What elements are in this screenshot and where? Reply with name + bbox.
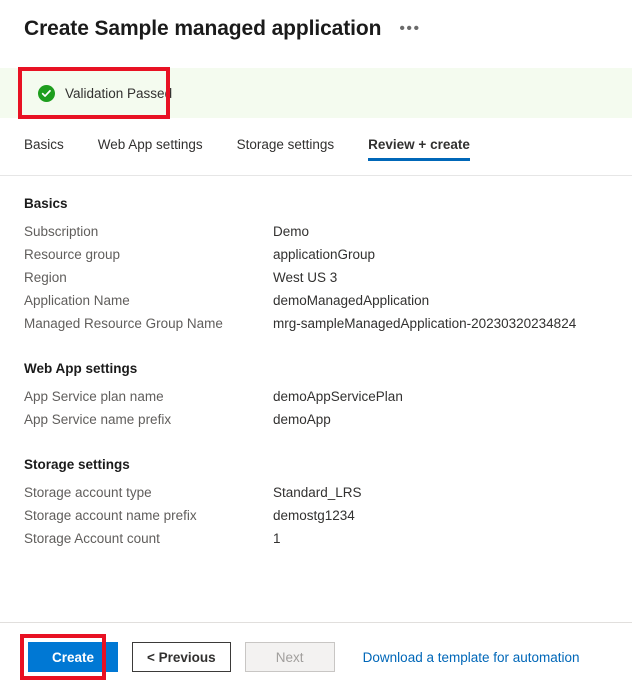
validation-status-text: Validation Passed [65,85,173,101]
next-button: Next [244,642,335,672]
summary-label: Region [24,270,67,285]
review-summary: Basics Subscription Demo Resource group … [0,196,632,576]
summary-value: demoApp [273,412,331,427]
summary-value: Demo [273,224,310,239]
tab-storage-settings[interactable]: Storage settings [237,137,335,161]
wizard-footer: Create < Previous Next Download a templa… [0,637,632,677]
summary-row: Application Name demoManagedApplication [24,293,608,316]
overflow-menu-icon[interactable]: ••• [399,21,420,37]
summary-value: mrg-sampleManagedApplication-20230320234… [273,316,577,331]
summary-value: demoManagedApplication [273,293,430,308]
summary-label: Storage account name prefix [24,508,197,523]
section-title: Web App settings [24,361,138,376]
summary-label: Resource group [24,247,121,262]
check-circle-icon [38,84,55,102]
summary-label: Subscription [24,224,99,239]
summary-row: Managed Resource Group Name mrg-sampleMa… [24,316,608,339]
summary-value: 1 [273,531,281,546]
summary-row: Storage account type Standard_LRS [24,485,608,508]
summary-row: Region West US 3 [24,270,608,293]
summary-row: Resource group applicationGroup [24,247,608,270]
summary-row: Subscription Demo [24,224,608,247]
wizard-tabs: Basics Web App settings Storage settings… [0,137,632,161]
previous-button[interactable]: < Previous [132,642,231,672]
download-template-link[interactable]: Download a template for automation [363,650,580,665]
summary-value: applicationGroup [273,247,376,262]
summary-value: Standard_LRS [273,485,362,500]
validation-banner-content: Validation Passed [0,84,173,102]
validation-banner: Validation Passed [0,68,632,118]
tab-review-create[interactable]: Review + create [368,137,470,161]
create-button[interactable]: Create [28,642,118,672]
tab-web-app-settings[interactable]: Web App settings [98,137,203,161]
summary-label: Storage account type [24,485,152,500]
section-storage-settings: Storage settings Storage account type St… [24,457,608,554]
summary-label: App Service plan name [24,389,164,404]
tab-basics[interactable]: Basics [24,137,64,161]
summary-value: West US 3 [273,270,338,285]
summary-value: demostg1234 [273,508,355,523]
tabs-divider [0,175,632,176]
page-title: Create Sample managed application [24,17,382,40]
section-title: Storage settings [24,457,130,472]
summary-row: App Service name prefix demoApp [24,412,608,435]
summary-label: Storage Account count [24,531,160,546]
summary-label: App Service name prefix [24,412,172,427]
footer-divider [0,622,632,623]
summary-label: Application Name [24,293,130,308]
section-title: Basics [24,196,68,211]
summary-row: Storage account name prefix demostg1234 [24,508,608,531]
summary-row: App Service plan name demoAppServicePlan [24,389,608,412]
summary-value: demoAppServicePlan [273,389,403,404]
summary-label: Managed Resource Group Name [24,316,223,331]
section-web-app-settings: Web App settings App Service plan name d… [24,361,608,435]
summary-row: Storage Account count 1 [24,531,608,554]
section-basics: Basics Subscription Demo Resource group … [24,196,608,339]
page-header: Create Sample managed application ••• [0,0,632,50]
